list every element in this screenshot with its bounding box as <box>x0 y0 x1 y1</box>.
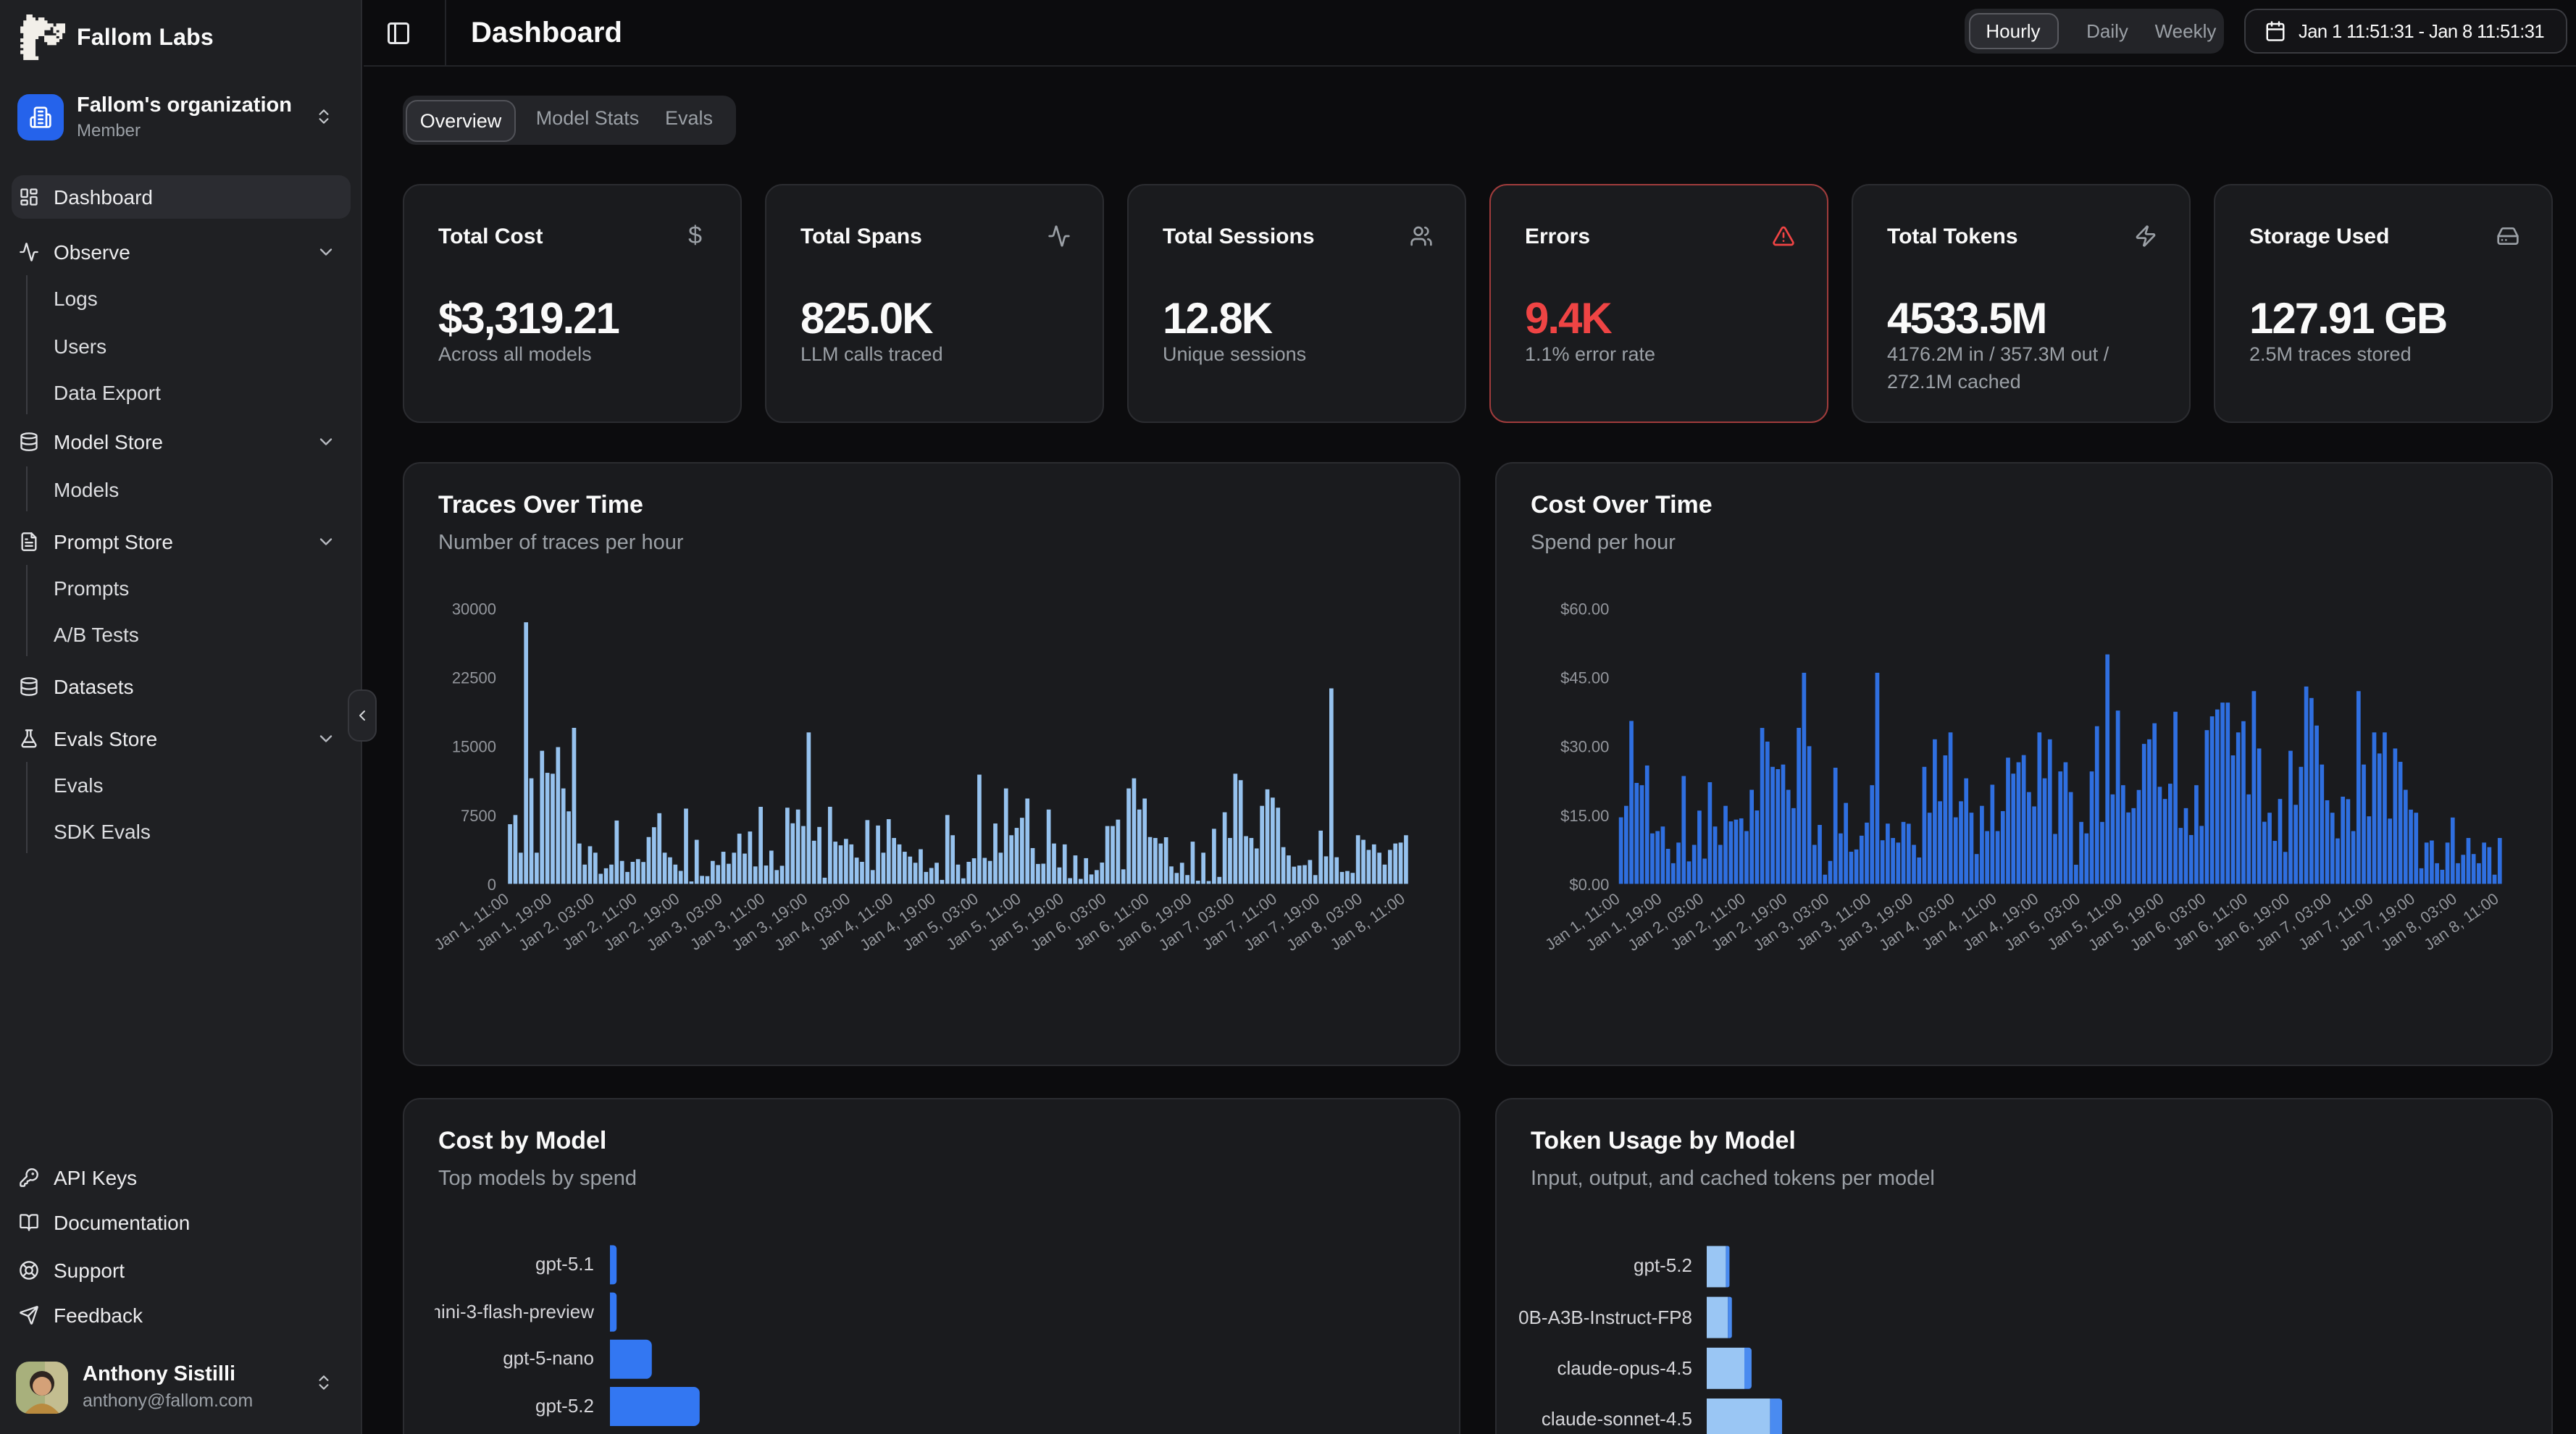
svg-text:7500: 7500 <box>460 807 495 825</box>
svg-text:$0.00: $0.00 <box>1568 876 1608 894</box>
svg-text:$15.00: $15.00 <box>1560 807 1608 825</box>
svg-text:0: 0 <box>487 876 495 894</box>
svg-text:22500: 22500 <box>451 669 495 687</box>
svg-text:15000: 15000 <box>451 738 495 756</box>
svg-text:$45.00: $45.00 <box>1560 669 1608 687</box>
svg-text:30000: 30000 <box>451 600 495 619</box>
svg-text:$30.00: $30.00 <box>1560 738 1608 756</box>
svg-text:$60.00: $60.00 <box>1560 600 1608 619</box>
